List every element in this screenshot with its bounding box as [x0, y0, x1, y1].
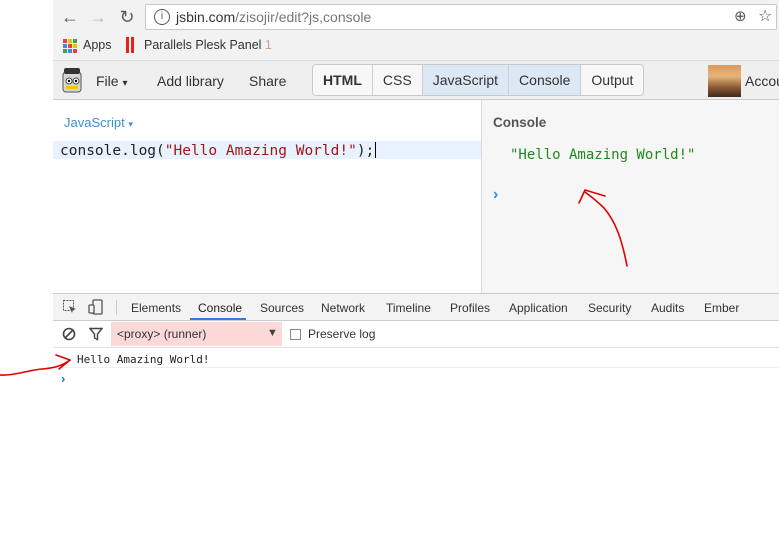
panel-tab-console[interactable]: Console: [509, 65, 582, 95]
plesk-icon: [126, 37, 134, 53]
jsbin-toolbar: File ▾ Add library Share HTML CSS JavaSc…: [53, 60, 779, 100]
tab-audits[interactable]: Audits: [651, 301, 684, 315]
tab-profiles[interactable]: Profiles: [450, 301, 490, 315]
console-prompt[interactable]: ›: [493, 186, 498, 204]
apps-grid-icon[interactable]: [63, 39, 77, 53]
share-button[interactable]: Share: [249, 73, 286, 89]
add-library-button[interactable]: Add library: [157, 73, 224, 89]
console-filter-bar: <proxy> (runner) ▼ Preserve log: [53, 321, 779, 348]
chevron-down-icon: ▾: [122, 78, 128, 89]
bookmark-badge: 1: [264, 38, 272, 52]
triangle-down-icon: ▼: [267, 327, 278, 339]
tab-console[interactable]: Console: [198, 301, 242, 315]
jsbin-logo-icon[interactable]: [61, 67, 83, 94]
clear-console-icon[interactable]: [62, 327, 76, 341]
active-tab-indicator: [190, 318, 246, 320]
account-menu[interactable]: Accou: [745, 73, 779, 89]
chevron-down-icon: ▾: [128, 119, 133, 129]
preserve-log-label[interactable]: Preserve log: [308, 327, 375, 341]
tab-ember[interactable]: Ember: [704, 301, 739, 315]
avatar[interactable]: [708, 65, 741, 97]
info-icon[interactable]: i: [154, 9, 170, 25]
javascript-panel: JavaScript ▾ console.log("Hello Amazing …: [53, 100, 482, 293]
bookmark-apps[interactable]: Apps: [83, 38, 112, 52]
preserve-log-checkbox[interactable]: [290, 329, 301, 340]
reload-icon[interactable]: ↻: [116, 6, 138, 28]
back-icon[interactable]: ←: [59, 6, 81, 28]
console-output: "Hello Amazing World!": [510, 147, 696, 163]
tab-network[interactable]: Network: [321, 301, 365, 315]
inspect-icon[interactable]: [62, 299, 78, 315]
tab-timeline[interactable]: Timeline: [386, 301, 431, 315]
panel-toggle-group: HTML CSS JavaScript Console Output: [312, 64, 645, 96]
console-title: Console: [493, 115, 547, 130]
file-menu[interactable]: File ▾: [96, 73, 127, 89]
code-line[interactable]: console.log("Hello Amazing World!");: [53, 141, 481, 159]
tab-application[interactable]: Application: [509, 301, 568, 315]
code-text[interactable]: console.log("Hello Amazing World!");: [60, 142, 377, 159]
panel-tab-javascript[interactable]: JavaScript: [422, 65, 510, 95]
panel-tab-html[interactable]: HTML: [313, 65, 373, 95]
tab-security[interactable]: Security: [588, 301, 631, 315]
context-value: <proxy> (runner): [117, 327, 207, 341]
tab-elements[interactable]: Elements: [131, 301, 181, 315]
console-log-message: Hello Amazing World!: [77, 353, 210, 366]
panel-tab-css[interactable]: CSS: [373, 65, 423, 95]
filter-icon[interactable]: [89, 327, 103, 341]
console-panel: Console "Hello Amazing World!" ›: [482, 100, 779, 293]
context-selector[interactable]: <proxy> (runner) ▼: [111, 322, 282, 346]
zoom-icon[interactable]: ⊕: [734, 7, 747, 25]
bookmarks-bar: Apps Parallels Plesk Panel 1: [53, 34, 779, 58]
divider: [116, 300, 117, 315]
address-bar[interactable]: i jsbin.com/zisojir/edit?js,console ⊕ ☆: [145, 4, 777, 30]
devtools-console: Hello Amazing World! ›: [53, 348, 779, 557]
star-icon[interactable]: ☆: [758, 6, 772, 25]
console-log-row: Hello Amazing World!: [53, 348, 779, 368]
panel-tab-output[interactable]: Output: [581, 65, 643, 95]
language-selector[interactable]: JavaScript ▾: [64, 115, 133, 130]
bookmark-plesk[interactable]: Parallels Plesk Panel 1: [144, 38, 272, 52]
device-toolbar-icon[interactable]: [88, 299, 104, 315]
tab-sources[interactable]: Sources: [260, 301, 304, 315]
url-text[interactable]: jsbin.com/zisojir/edit?js,console: [176, 9, 371, 25]
text-cursor: [375, 142, 377, 158]
console-input-prompt[interactable]: ›: [61, 371, 65, 386]
forward-icon[interactable]: →: [87, 6, 109, 28]
devtools-tabbar: Elements Console Sources Network Timelin…: [53, 293, 779, 321]
